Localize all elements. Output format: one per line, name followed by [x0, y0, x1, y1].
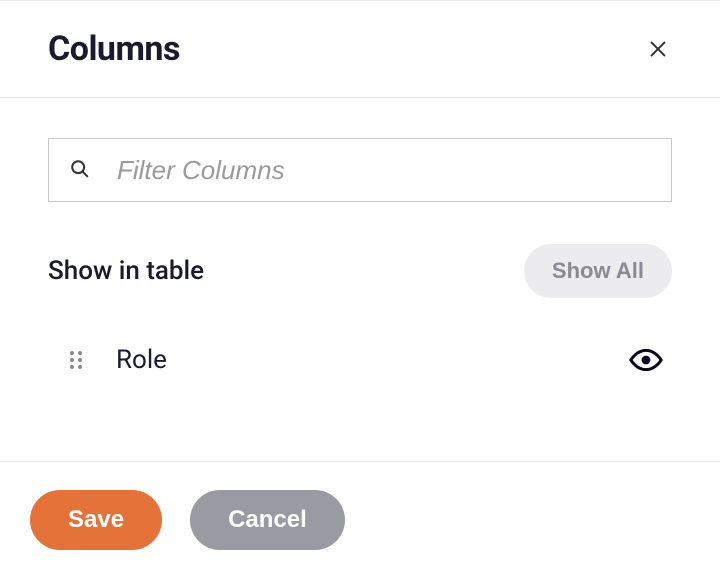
drag-handle-icon[interactable] [64, 346, 88, 374]
section-label: Show in table [48, 256, 204, 286]
column-row: Role [48, 342, 672, 378]
cancel-button[interactable]: Cancel [190, 490, 345, 550]
eye-icon[interactable] [628, 342, 664, 378]
modal-footer: Save Cancel [0, 461, 720, 580]
show-all-button[interactable]: Show All [524, 244, 672, 298]
section-header: Show in table Show All [48, 244, 672, 298]
column-name: Role [116, 345, 628, 375]
search-icon [69, 158, 93, 182]
search-input[interactable] [93, 155, 651, 186]
modal-title: Columns [48, 29, 180, 69]
columns-modal: Columns Show in table Show All [0, 0, 720, 580]
close-icon[interactable] [644, 35, 672, 63]
modal-body: Show in table Show All Role [0, 98, 720, 461]
search-field[interactable] [48, 138, 672, 202]
save-button[interactable]: Save [30, 490, 162, 550]
modal-header: Columns [0, 0, 720, 98]
